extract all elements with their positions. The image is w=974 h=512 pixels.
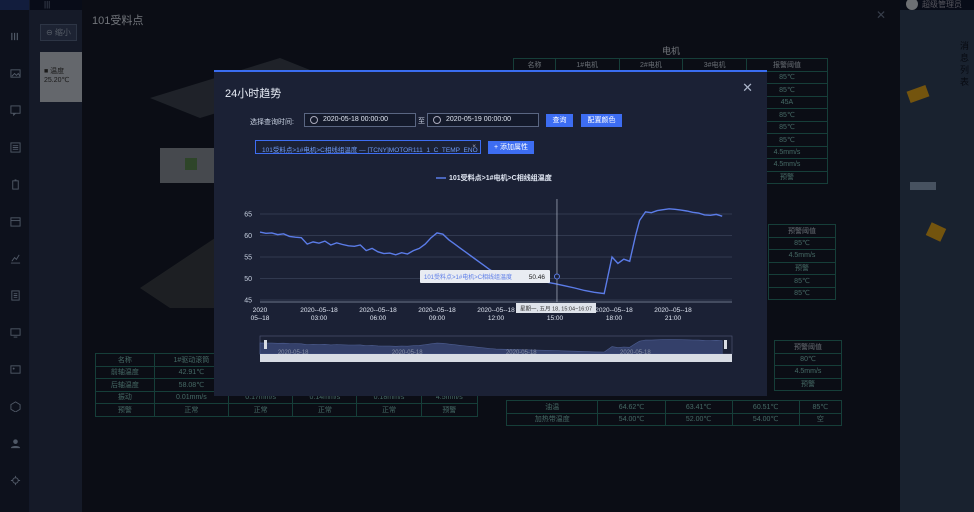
tooltip-value: 50.46 — [529, 274, 546, 281]
x-tick-label: 2020--05--18 — [300, 307, 338, 314]
x-tick-label: 21:00 — [665, 315, 682, 322]
y-tick-label: 50 — [244, 276, 252, 283]
tooltip-label: 101受料点>1#电机>C相线组温度 — [424, 273, 512, 281]
y-tick-label: 55 — [244, 255, 252, 262]
x-tick-label: 15:00 — [547, 315, 564, 322]
zoom-slider-preview — [259, 339, 723, 355]
x-tick-label: 05--18 — [251, 315, 270, 322]
x-tick-label: 06:00 — [370, 315, 387, 322]
x-tick-label: 09:00 — [429, 315, 446, 322]
x-tick-label: 18:00 — [606, 315, 623, 322]
x-tick-label: 2020 — [253, 307, 268, 314]
x-tick-label: 12:00 — [488, 315, 505, 322]
legend-label: 101受料点>1#电机>C相线组温度 — [449, 173, 553, 182]
x-tick-label: 2020--05--18 — [477, 307, 515, 314]
zoom-handle-left — [264, 340, 267, 349]
crosshair-label: 星期一, 五月 18, 15:04~16:07 — [520, 306, 592, 313]
x-tick-label: 2020--05--18 — [595, 307, 633, 314]
zoom-handle-right — [724, 340, 727, 349]
y-tick-label: 45 — [244, 298, 252, 305]
app-root: ||| 超级管理员 ⊖ 缩小 ■ 温度 25.20℃ 消息列表 101受料点 ✕… — [0, 0, 974, 512]
zoom-scrollbar — [260, 354, 732, 362]
y-tick-label: 65 — [244, 212, 252, 219]
tooltip-point — [553, 273, 560, 280]
trend-modal: 24小时趋势 ✕ 选择查询时间: 2020-05-18 00:00:00 至 2… — [214, 70, 767, 396]
x-tick-label: 2020--05--18 — [359, 307, 397, 314]
x-tick-label: 2020--05--18 — [654, 307, 692, 314]
y-tick-label: 60 — [244, 233, 252, 240]
x-tick-label: 2020--05--18 — [418, 307, 456, 314]
trend-chart: 101受料点>1#电机>C相线组温度 45 50 55 60 65 202005--18 20… — [244, 173, 733, 362]
x-tick-label: 03:00 — [311, 315, 328, 322]
